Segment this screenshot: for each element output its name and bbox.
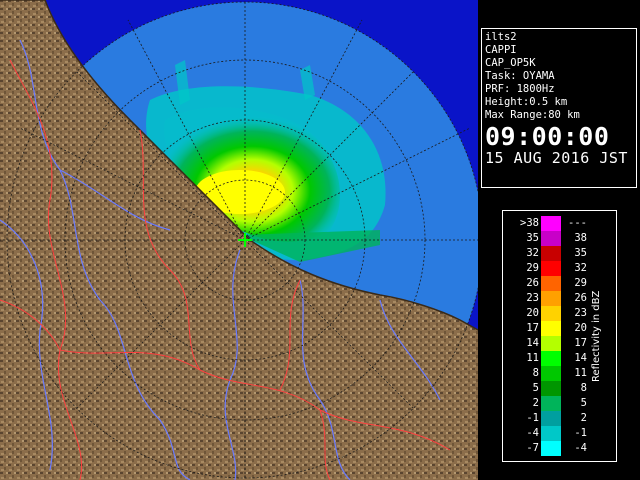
legend-swatch <box>541 381 561 396</box>
legend-upper-value: --- <box>568 217 587 229</box>
legend-swatch <box>541 411 561 426</box>
info-height: Height:0.5 km <box>485 96 568 108</box>
legend-lower-value: 20 <box>526 307 539 319</box>
legend-upper-value: 5 <box>580 397 587 409</box>
legend-swatch <box>541 351 561 366</box>
legend-swatch <box>541 441 561 456</box>
info-max-range: Max Range:80 km <box>485 109 580 121</box>
info-prf: PRF: 1800Hz <box>485 83 555 95</box>
info-date: 15 AUG 2016 JST <box>485 149 628 167</box>
legend-swatch <box>541 261 561 276</box>
legend-swatch <box>541 306 561 321</box>
legend-lower-value: 2 <box>532 397 539 409</box>
legend-swatch <box>541 291 561 306</box>
legend-unit-label: Reflectivity in dBZ <box>591 290 602 382</box>
radar-map <box>0 0 478 480</box>
legend-upper-value: 38 <box>574 232 587 244</box>
legend-upper-value: 32 <box>574 262 587 274</box>
legend-swatch <box>541 276 561 291</box>
legend-lower-value: 23 <box>526 292 539 304</box>
legend-lower-value: -4 <box>526 427 539 439</box>
legend-lower-value: 17 <box>526 322 539 334</box>
legend-lower-value: 8 <box>532 367 539 379</box>
legend-upper-value: -1 <box>574 427 587 439</box>
legend-swatch <box>541 321 561 336</box>
legend-upper-value: 17 <box>574 337 587 349</box>
legend-lower-value: 14 <box>526 337 539 349</box>
legend-lower-value: -1 <box>526 412 539 424</box>
info-product: CAPPI <box>485 44 517 56</box>
info-time: 09:00:00 <box>485 122 610 151</box>
legend-upper-value: 2 <box>580 412 587 424</box>
legend-swatch <box>541 366 561 381</box>
info-task: Task: OYAMA <box>485 70 555 82</box>
legend-lower-value: 35 <box>526 232 539 244</box>
legend-swatch <box>541 396 561 411</box>
legend-upper-value: 14 <box>574 352 587 364</box>
legend-upper-value: 29 <box>574 277 587 289</box>
legend-lower-value: 32 <box>526 247 539 259</box>
legend-upper-value: 35 <box>574 247 587 259</box>
legend-swatch <box>541 336 561 351</box>
legend-lower-value: -7 <box>526 442 539 454</box>
legend-upper-value: 8 <box>580 382 587 394</box>
info-panel: ilts2 CAPPI CAP_OP5K Task: OYAMA PRF: 18… <box>481 28 637 188</box>
legend-swatch <box>541 231 561 246</box>
legend-upper-value: 26 <box>574 292 587 304</box>
legend-upper-value: -4 <box>574 442 587 454</box>
legend-lower-value: 26 <box>526 277 539 289</box>
legend-lower-value: >38 <box>520 217 539 229</box>
info-radar-name: ilts2 <box>485 31 517 43</box>
info-product-code: CAP_OP5K <box>485 57 536 69</box>
legend-swatch <box>541 216 561 231</box>
legend-swatch <box>541 246 561 261</box>
legend-lower-value: 11 <box>526 352 539 364</box>
color-legend: >38 --- 35 38 32 35 29 32 26 29 23 26 20 23 17 20 14 17 11… <box>502 210 617 462</box>
legend-upper-value: 23 <box>574 307 587 319</box>
legend-lower-value: 29 <box>526 262 539 274</box>
legend-upper-value: 11 <box>574 367 587 379</box>
legend-swatch <box>541 426 561 441</box>
legend-lower-value: 5 <box>532 382 539 394</box>
legend-upper-value: 20 <box>574 322 587 334</box>
